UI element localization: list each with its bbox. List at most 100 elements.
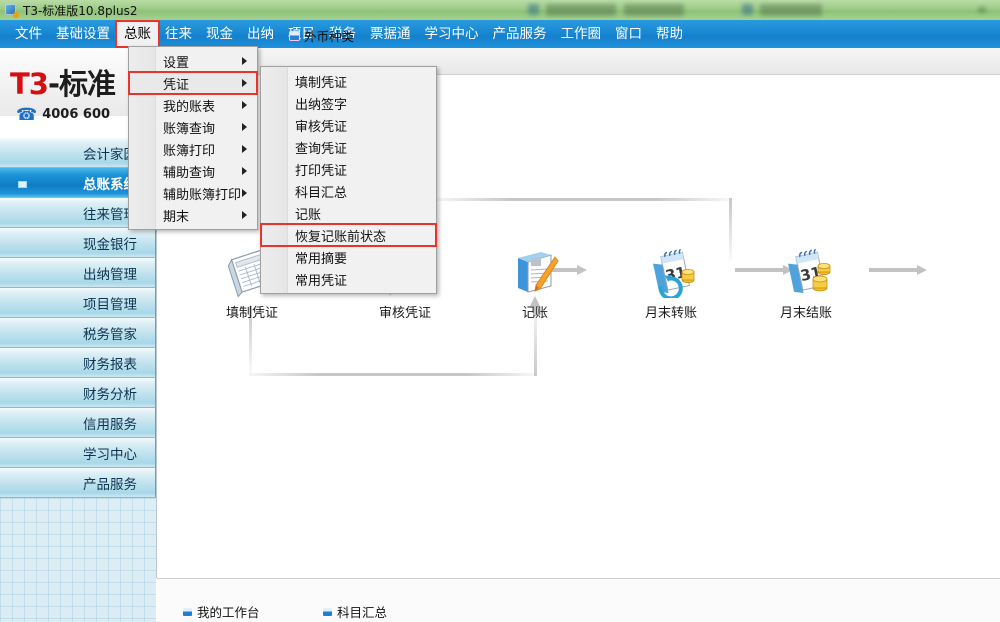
- submenu-voucher-item-4[interactable]: 打印凭证: [261, 158, 436, 180]
- menu-gl-item-label: 我的账表: [163, 99, 216, 115]
- sidebar-item-label: 产品服务: [83, 476, 137, 493]
- submenu-voucher-item-5[interactable]: 科目汇总: [261, 180, 436, 202]
- foreign-currency-link[interactable]: 外币种类: [290, 26, 354, 45]
- sidebar-item-4[interactable]: 出纳管理: [0, 258, 156, 288]
- subject-summary-bullet-icon: [323, 607, 332, 616]
- menu-item-5[interactable]: 出纳: [240, 22, 281, 46]
- sidebar-item-label: 信用服务: [83, 416, 137, 433]
- month-end-closing-icon: 31: [751, 240, 861, 298]
- logo-text-dash: -: [47, 67, 60, 101]
- menu-gl-item-label: 账簿打印: [163, 143, 216, 159]
- submenu-caret-icon: [242, 57, 247, 65]
- application-window: T3-标准版10.8plus2 文件 基础设置 总账 往来 现金 出纳 项目 税务 票据通 学习中…: [0, 0, 1000, 622]
- menu-item-0[interactable]: 文件: [8, 22, 49, 46]
- submenu-caret-icon: [242, 123, 247, 131]
- submenu-caret-icon: [242, 101, 247, 109]
- menu-gl-item-0[interactable]: 设置: [129, 50, 257, 72]
- menu-item-10[interactable]: 产品服务: [486, 22, 554, 46]
- submenu-voucher-item-7[interactable]: 恢复记账前状态: [260, 223, 437, 247]
- submenu-voucher-item-9[interactable]: 常用凭证: [261, 268, 436, 290]
- sidebar-item-label: 学习中心: [83, 446, 137, 463]
- menu-item-8[interactable]: 票据通: [363, 22, 418, 46]
- phone-icon: ☎: [16, 104, 38, 125]
- workflow-node-label: 月末结账: [779, 306, 832, 321]
- submenu-voucher-item-label: 常用摘要: [295, 251, 348, 267]
- sidebar-selected-marker-icon: [18, 181, 27, 188]
- menu-gl-item-3[interactable]: 账簿查询: [129, 116, 257, 138]
- menu-item-4[interactable]: 现金: [199, 22, 240, 46]
- sidebar-item-9[interactable]: 信用服务: [0, 408, 156, 438]
- sidebar-item-6[interactable]: 税务管家: [0, 318, 156, 348]
- workflow-node-label: 填制凭证: [225, 306, 278, 321]
- sidebar-item-8[interactable]: 财务分析: [0, 378, 156, 408]
- sidebar-item-3[interactable]: 现金银行: [0, 228, 156, 258]
- title-bar: T3-标准版10.8plus2: [0, 0, 1000, 21]
- menu-item-2[interactable]: 总账: [115, 20, 160, 48]
- workflow-node-label: 记账: [521, 306, 548, 321]
- workflow-node-bookkeeping[interactable]: 记账: [480, 240, 590, 321]
- logo-text-suffix: 标准: [59, 67, 116, 101]
- menu-gl-item-7[interactable]: 期末: [129, 204, 257, 226]
- sidebar-item-label: 出纳管理: [83, 266, 137, 283]
- menu-item-1[interactable]: 基础设置: [49, 22, 117, 46]
- sidebar-item-label: 财务报表: [83, 356, 137, 373]
- bottom-dock: 我的工作台 科目汇总: [157, 578, 1000, 622]
- menu-general-ledger[interactable]: 设置凭证我的账表账簿查询账簿打印辅助查询辅助账簿打印 期末: [128, 46, 258, 230]
- menu-gl-item-2[interactable]: 我的账表: [129, 94, 257, 116]
- submenu-voucher-item-8[interactable]: 常用摘要: [261, 246, 436, 268]
- menu-gl-item-label: 账簿查询: [163, 121, 216, 137]
- hotline-number: 4006 600: [42, 107, 111, 122]
- menu-gl-item-label: 辅助账簿打印: [163, 187, 242, 203]
- submenu-voucher-item-3[interactable]: 查询凭证: [261, 136, 436, 158]
- bookkeeping-icon: [480, 240, 590, 298]
- sidebar-item-label: 现金银行: [83, 236, 137, 253]
- sidebar-item-label: 税务管家: [83, 326, 137, 343]
- menu-item-11[interactable]: 工作圈: [554, 22, 609, 46]
- workflow-node-month-end-transfer[interactable]: 31 月末转账: [616, 240, 726, 321]
- submenu-voucher-item-2[interactable]: 审核凭证: [261, 114, 436, 136]
- submenu-voucher-item-0[interactable]: 填制凭证: [261, 70, 436, 92]
- sidebar-item-11[interactable]: 产品服务: [0, 468, 156, 498]
- submenu-voucher-item-label: 填制凭证: [295, 75, 348, 91]
- submenu-caret-icon: [242, 211, 247, 219]
- menu-item-12[interactable]: 窗口: [608, 22, 649, 46]
- dock-item-0[interactable]: 我的工作台: [183, 602, 260, 621]
- menu-gl-item-label: 设置: [163, 55, 190, 71]
- submenu-voucher-item-1[interactable]: 出纳签字: [261, 92, 436, 114]
- workflow-node-month-end-closing[interactable]: 31 月末结账: [751, 240, 861, 321]
- submenu-voucher-item-label: 恢复记账前状态: [295, 229, 387, 245]
- route-up-to-bookkeeping: [534, 314, 537, 376]
- route-right-vertical: [729, 198, 732, 262]
- menu-gl-item-5[interactable]: 辅助查询: [129, 160, 257, 182]
- menu-gl-item-label: 凭证: [163, 77, 190, 93]
- menu-item-13[interactable]: 帮助: [649, 22, 690, 46]
- sidebar-item-7[interactable]: 财务报表: [0, 348, 156, 378]
- menu-gl-item-1[interactable]: 凭证: [128, 71, 258, 95]
- menu-bar[interactable]: 文件 基础设置 总账 往来 现金 出纳 项目 税务 票据通 学习中心 产品服务 工作圈 窗口 帮助: [0, 20, 1000, 48]
- sidebar-item-label: 项目管理: [83, 296, 137, 313]
- dock-item-label: 科目汇总: [337, 605, 388, 620]
- menu-gl-item-label: 辅助查询: [163, 165, 216, 181]
- submenu-caret-icon: [242, 167, 247, 175]
- submenu-voucher-item-label: 审核凭证: [295, 119, 348, 135]
- foreign-currency-label: 外币种类: [304, 29, 355, 44]
- sidebar-item-label: 财务分析: [83, 386, 137, 403]
- submenu-voucher-item-6[interactable]: 记账: [261, 202, 436, 224]
- submenu-voucher-item-label: 常用凭证: [295, 273, 348, 289]
- arrow-transfer-to-closing: [869, 265, 927, 275]
- submenu-voucher[interactable]: 填制凭证 出纳签字审核凭证 查询凭证 打印凭证科目汇总记账恢复记账前状态 常用摘要常用凭…: [260, 66, 437, 294]
- dock-item-1[interactable]: 科目汇总: [323, 602, 387, 621]
- submenu-voucher-item-label: 科目汇总: [295, 185, 348, 201]
- submenu-voucher-item-label: 记账: [295, 207, 322, 223]
- logo-text-prefix: T3: [10, 67, 49, 101]
- sidebar-item-5[interactable]: 项目管理: [0, 288, 156, 318]
- route-top-horizontal: [437, 198, 732, 201]
- sidebar-item-10[interactable]: 学习中心: [0, 438, 156, 468]
- workflow-node-label: 审核凭证: [378, 306, 431, 321]
- menu-gl-item-4[interactable]: 账簿打印: [129, 138, 257, 160]
- logo-text: T3-标准: [10, 67, 116, 101]
- menu-item-9[interactable]: 学习中心: [418, 22, 486, 46]
- menu-item-3[interactable]: 往来: [158, 22, 199, 46]
- submenu-caret-icon: [242, 145, 247, 153]
- menu-gl-item-6[interactable]: 辅助账簿打印: [129, 182, 257, 204]
